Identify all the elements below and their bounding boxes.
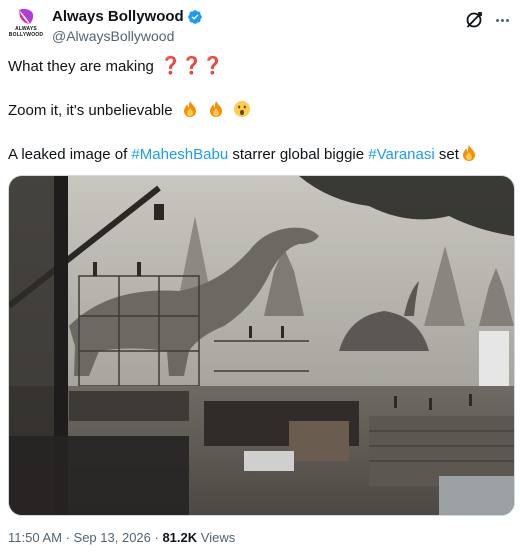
tweet-line-2: Zoom it, it's unbelievable [8,100,512,122]
hashtag-varanasi-link[interactable]: #Varanasi [368,146,434,163]
views-count: 81.2K [162,530,198,545]
meta-separator: · [61,530,74,545]
hashtag-maheshbabu-link[interactable]: #MaheshBabu [131,146,228,163]
views-label: Views [197,530,236,545]
tweet-line-3-prefix: A leaked image of [8,146,132,163]
tweet-header: ALWAYS BOLLYWOOD Always Bollywood @Alway… [8,6,512,46]
avatar-brand-text: ALWAYS BOLLYWOOD [8,26,44,38]
fire-emoji-icon [462,145,475,161]
tweet-date[interactable]: Sep 13, 2026 [74,530,151,545]
tweet-line-3-mid: starrer global biggie [228,146,369,163]
display-name[interactable]: Always Bollywood [52,8,184,26]
tweet-line-1-text: What they are making [8,58,154,75]
surprised-emoji-icon [234,101,251,117]
tweet-meta: 11:50 AM · Sep 13, 2026 · 81.2K Views [8,529,235,547]
more-options-button[interactable] [492,10,512,30]
tweet-time[interactable]: 11:50 AM [8,530,62,545]
grok-icon[interactable] [464,10,484,30]
tweet-line-3-suffix: set [434,146,459,163]
more-icon-dot [495,18,499,22]
tweet-line-3: A leaked image of #MaheshBabu starrer gl… [8,144,512,165]
author-handle[interactable]: @AlwaysBollywood [52,27,203,45]
more-icon-dot [505,18,509,22]
author-names: Always Bollywood @AlwaysBollywood [52,8,203,45]
question-marks: ❓❓❓ [160,56,224,75]
tweet-media-image[interactable] [8,175,515,516]
fire-emoji-icon [183,101,196,117]
film-set-photo [9,176,514,515]
display-name-row[interactable]: Always Bollywood [52,8,203,26]
avatar-logo-icon [19,8,34,24]
fire-emoji-icon [209,101,222,117]
tweet-line-2-text: Zoom it, it's unbelievable [8,102,173,119]
more-icon-dot [500,18,504,22]
tweet-text: What they are making ❓❓❓ Zoom it, it's u… [8,56,512,165]
verified-badge-icon [187,10,202,24]
avatar[interactable]: ALWAYS BOLLYWOOD [8,6,44,42]
meta-separator: · [150,530,163,545]
tweet-line-1: What they are making ❓❓❓ [8,56,512,78]
